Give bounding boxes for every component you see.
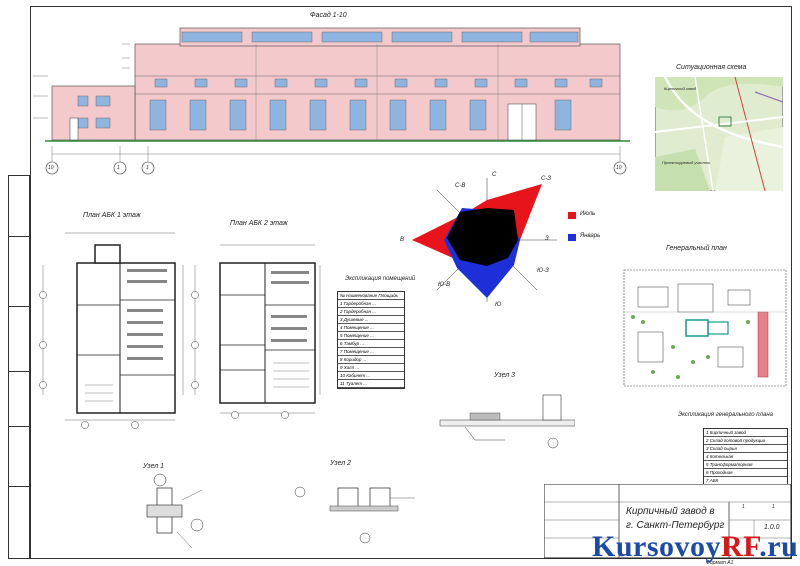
- legend-jan: Январь: [580, 233, 601, 239]
- node1-drawing: [146, 473, 204, 549]
- rose-label-w: В: [400, 237, 405, 243]
- side-stamp-strip: [8, 175, 30, 559]
- table-row: 4 Котельная: [704, 453, 787, 461]
- rose-label-ne: С-З: [541, 176, 552, 182]
- situation-label: Кирпичный завод: [664, 86, 697, 91]
- node2-drawing: [294, 486, 415, 544]
- rose-label-e: З: [545, 236, 549, 242]
- node3-title: Узел 3: [494, 372, 516, 379]
- watermark-part1: Kursovoy: [592, 530, 722, 563]
- table-row: 6 Проходная: [704, 469, 787, 477]
- stamp-sheets: 1: [772, 504, 775, 510]
- stamp-title-line1: Кирпичный завод в: [626, 506, 715, 517]
- watermark-part3: .ru: [759, 530, 799, 563]
- table-row: 2 Склад готовой продукции: [704, 437, 787, 445]
- plan2-drawing: [191, 244, 321, 419]
- table-row: 7 Помещение ...: [338, 348, 404, 356]
- legend-swatch-jan: [568, 234, 576, 241]
- axis-label: 10: [48, 165, 54, 171]
- plan1-drawing: [39, 232, 184, 429]
- table-row: 9 Холл ...: [338, 364, 404, 372]
- watermark-logo: KursovoyRF.ru: [592, 530, 798, 564]
- explication-table: № Наименование Площадь 1 Гардеробная ...…: [337, 291, 405, 389]
- genplan-explication-table: 1 Кирпичный завод 2 Склад готовой продукц…: [703, 428, 788, 486]
- node2-title: Узел 2: [330, 460, 352, 467]
- axis-label: 1: [117, 165, 120, 171]
- rose-label-nw: С-В: [455, 183, 466, 189]
- situation-label: Проектируемый участок: [662, 160, 711, 165]
- plan2-title: План АБК 2 этаж: [230, 220, 288, 227]
- table-row: 4 Помещение ...: [338, 324, 404, 332]
- table-row: 1 Гардеробная ...: [338, 300, 404, 308]
- situation-map: [655, 77, 783, 191]
- watermark-part2: RF: [721, 530, 760, 563]
- table-row: 3 Склад сырья: [704, 445, 787, 453]
- axis-label: 10: [616, 165, 622, 171]
- table-row: 8 Коридор ...: [338, 356, 404, 364]
- facade-title: Фасад 1-10: [310, 12, 347, 19]
- table-row: 1 Кирпичный завод: [704, 429, 787, 437]
- table-row: 10 Кабинет ...: [338, 372, 404, 380]
- rose-label-se: Ю-З: [537, 268, 549, 274]
- legend-july: Июль: [580, 211, 596, 217]
- plan1-title: План АБК 1 этаж: [83, 212, 141, 219]
- stamp-sheet-no: 1: [742, 504, 745, 510]
- table-row: 6 Тамбур ...: [338, 340, 404, 348]
- explication-title: Экспликация помещений: [345, 276, 416, 282]
- legend-swatch-july: [568, 212, 576, 219]
- table-row: 11 Туалет ...: [338, 380, 404, 388]
- genplan-explication-title: Экспликация генерального плана: [678, 412, 773, 418]
- rose-label-s: Ю: [495, 302, 502, 308]
- table-row: 5 Трансформаторная: [704, 461, 787, 469]
- rose-label-sw: Ю-В: [438, 282, 451, 288]
- table-row: 5 Помещение ...: [338, 332, 404, 340]
- facade-drawing: [33, 27, 630, 175]
- node1-title: Узел 1: [143, 463, 165, 470]
- genplan-drawing: [623, 269, 787, 387]
- genplan-title: Генеральный план: [666, 245, 727, 252]
- axis-label: 1: [146, 165, 149, 171]
- table-row: 2 Гардеробная ...: [338, 308, 404, 316]
- rose-label-n: С: [492, 172, 497, 178]
- node3-drawing: [439, 394, 575, 449]
- situation-title: Ситуационная схема: [676, 64, 747, 71]
- table-header: № Наименование Площадь: [338, 292, 404, 300]
- table-row: 3 Душевые ...: [338, 316, 404, 324]
